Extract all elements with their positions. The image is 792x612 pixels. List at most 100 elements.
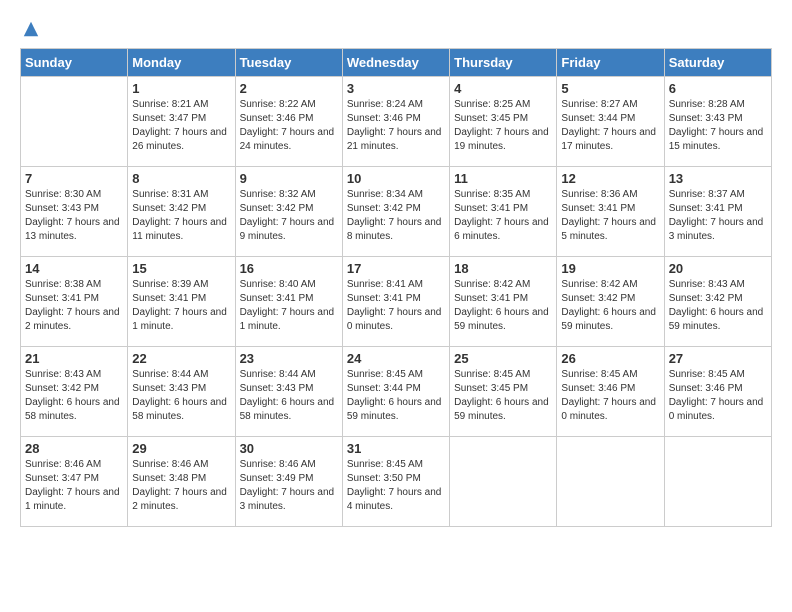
- day-info: Sunrise: 8:46 AMSunset: 3:48 PMDaylight:…: [132, 458, 230, 514]
- calendar-cell: 2 Sunrise: 8:22 AMSunset: 3:46 PMDaylight…: [235, 77, 342, 167]
- day-info: Sunrise: 8:43 AMSunset: 3:42 PMDaylight:…: [25, 368, 123, 424]
- calendar-cell: [557, 437, 664, 527]
- day-info: Sunrise: 8:43 AMSunset: 3:42 PMDaylight:…: [669, 278, 767, 334]
- calendar-cell: 3Sunrise: 8:24 AMSunset: 3:46 PMDaylight…: [342, 77, 449, 167]
- calendar-week-row: 1 Sunrise: 8:21 AMSunset: 3:47 PMDaylight…: [21, 77, 772, 167]
- logo: [20, 20, 40, 38]
- calendar-header-thursday: Thursday: [450, 49, 557, 77]
- calendar-cell: 12 Sunrise: 8:36 AMSunset: 3:41 PMDayligh…: [557, 167, 664, 257]
- calendar-cell: 29Sunrise: 8:46 AMSunset: 3:48 PMDayligh…: [128, 437, 235, 527]
- calendar-week-row: 28 Sunrise: 8:46 AMSunset: 3:47 PMDayligh…: [21, 437, 772, 527]
- calendar-header-saturday: Saturday: [664, 49, 771, 77]
- day-info: Sunrise: 8:40 AMSunset: 3:41 PMDaylight:…: [240, 278, 338, 334]
- day-number: 25: [454, 351, 552, 366]
- calendar-week-row: 14 Sunrise: 8:38 AMSunset: 3:41 PMDayligh…: [21, 257, 772, 347]
- calendar-header-monday: Monday: [128, 49, 235, 77]
- day-info: Sunrise: 8:42 AMSunset: 3:42 PMDaylight:…: [561, 278, 659, 334]
- day-number: 28: [25, 441, 123, 456]
- day-number: 3: [347, 81, 445, 96]
- day-number: 24: [347, 351, 445, 366]
- calendar-cell: [21, 77, 128, 167]
- calendar-cell: 23 Sunrise: 8:44 AMSunset: 3:43 PMDayligh…: [235, 347, 342, 437]
- calendar-cell: 27 Sunrise: 8:45 AMSunset: 3:46 PMDayligh…: [664, 347, 771, 437]
- day-number: 18: [454, 261, 552, 276]
- day-info: Sunrise: 8:45 AMSunset: 3:46 PMDaylight:…: [561, 368, 659, 424]
- day-info: Sunrise: 8:44 AMSunset: 3:43 PMDaylight:…: [132, 368, 230, 424]
- page-header: [20, 20, 772, 38]
- day-number: 31: [347, 441, 445, 456]
- day-info: Sunrise: 8:36 AMSunset: 3:41 PMDaylight:…: [561, 188, 659, 244]
- calendar-cell: 6 Sunrise: 8:28 AMSunset: 3:43 PMDaylight…: [664, 77, 771, 167]
- calendar-table: SundayMondayTuesdayWednesdayThursdayFrid…: [20, 48, 772, 527]
- day-number: 13: [669, 171, 767, 186]
- calendar-cell: 8Sunrise: 8:31 AMSunset: 3:42 PMDaylight…: [128, 167, 235, 257]
- day-number: 5: [561, 81, 659, 96]
- day-info: Sunrise: 8:25 AMSunset: 3:45 PMDaylight:…: [454, 98, 552, 154]
- day-number: 8: [132, 171, 230, 186]
- day-number: 23: [240, 351, 338, 366]
- day-number: 22: [132, 351, 230, 366]
- day-info: Sunrise: 8:21 AMSunset: 3:47 PMDaylight:…: [132, 98, 230, 154]
- day-info: Sunrise: 8:45 AMSunset: 3:46 PMDaylight:…: [669, 368, 767, 424]
- day-info: Sunrise: 8:45 AMSunset: 3:44 PMDaylight:…: [347, 368, 445, 424]
- calendar-cell: 20Sunrise: 8:43 AMSunset: 3:42 PMDayligh…: [664, 257, 771, 347]
- day-info: Sunrise: 8:30 AMSunset: 3:43 PMDaylight:…: [25, 188, 123, 244]
- calendar-week-row: 21 Sunrise: 8:43 AMSunset: 3:42 PMDayligh…: [21, 347, 772, 437]
- day-number: 19: [561, 261, 659, 276]
- day-number: 27: [669, 351, 767, 366]
- calendar-cell: 10Sunrise: 8:34 AMSunset: 3:42 PMDayligh…: [342, 167, 449, 257]
- calendar-cell: [664, 437, 771, 527]
- calendar-cell: 19 Sunrise: 8:42 AMSunset: 3:42 PMDayligh…: [557, 257, 664, 347]
- calendar-cell: 28 Sunrise: 8:46 AMSunset: 3:47 PMDayligh…: [21, 437, 128, 527]
- day-number: 14: [25, 261, 123, 276]
- calendar-cell: [450, 437, 557, 527]
- day-info: Sunrise: 8:28 AMSunset: 3:43 PMDaylight:…: [669, 98, 767, 154]
- calendar-cell: 15 Sunrise: 8:39 AMSunset: 3:41 PMDayligh…: [128, 257, 235, 347]
- day-info: Sunrise: 8:35 AMSunset: 3:41 PMDaylight:…: [454, 188, 552, 244]
- calendar-cell: 1 Sunrise: 8:21 AMSunset: 3:47 PMDaylight…: [128, 77, 235, 167]
- calendar-cell: 9Sunrise: 8:32 AMSunset: 3:42 PMDaylight…: [235, 167, 342, 257]
- calendar-cell: 26 Sunrise: 8:45 AMSunset: 3:46 PMDayligh…: [557, 347, 664, 437]
- day-number: 12: [561, 171, 659, 186]
- calendar-cell: 7Sunrise: 8:30 AMSunset: 3:43 PMDaylight…: [21, 167, 128, 257]
- calendar-cell: 18 Sunrise: 8:42 AMSunset: 3:41 PMDayligh…: [450, 257, 557, 347]
- calendar-header-tuesday: Tuesday: [235, 49, 342, 77]
- day-info: Sunrise: 8:22 AMSunset: 3:46 PMDaylight:…: [240, 98, 338, 154]
- day-info: Sunrise: 8:44 AMSunset: 3:43 PMDaylight:…: [240, 368, 338, 424]
- day-info: Sunrise: 8:39 AMSunset: 3:41 PMDaylight:…: [132, 278, 230, 334]
- day-number: 4: [454, 81, 552, 96]
- day-number: 17: [347, 261, 445, 276]
- calendar-cell: 5Sunrise: 8:27 AMSunset: 3:44 PMDaylight…: [557, 77, 664, 167]
- calendar-cell: 30Sunrise: 8:46 AMSunset: 3:49 PMDayligh…: [235, 437, 342, 527]
- calendar-cell: 17 Sunrise: 8:41 AMSunset: 3:41 PMDayligh…: [342, 257, 449, 347]
- calendar-header-row: SundayMondayTuesdayWednesdayThursdayFrid…: [21, 49, 772, 77]
- logo-icon: [22, 20, 40, 38]
- day-number: 16: [240, 261, 338, 276]
- day-info: Sunrise: 8:38 AMSunset: 3:41 PMDaylight:…: [25, 278, 123, 334]
- calendar-cell: 21 Sunrise: 8:43 AMSunset: 3:42 PMDayligh…: [21, 347, 128, 437]
- calendar-week-row: 7Sunrise: 8:30 AMSunset: 3:43 PMDaylight…: [21, 167, 772, 257]
- day-info: Sunrise: 8:32 AMSunset: 3:42 PMDaylight:…: [240, 188, 338, 244]
- calendar-cell: 13Sunrise: 8:37 AMSunset: 3:41 PMDayligh…: [664, 167, 771, 257]
- day-info: Sunrise: 8:46 AMSunset: 3:47 PMDaylight:…: [25, 458, 123, 514]
- calendar-cell: 22 Sunrise: 8:44 AMSunset: 3:43 PMDayligh…: [128, 347, 235, 437]
- day-number: 1: [132, 81, 230, 96]
- day-info: Sunrise: 8:45 AMSunset: 3:45 PMDaylight:…: [454, 368, 552, 424]
- calendar-header-wednesday: Wednesday: [342, 49, 449, 77]
- day-info: Sunrise: 8:34 AMSunset: 3:42 PMDaylight:…: [347, 188, 445, 244]
- day-number: 26: [561, 351, 659, 366]
- calendar-cell: 25 Sunrise: 8:45 AMSunset: 3:45 PMDayligh…: [450, 347, 557, 437]
- day-info: Sunrise: 8:42 AMSunset: 3:41 PMDaylight:…: [454, 278, 552, 334]
- calendar-cell: 11 Sunrise: 8:35 AMSunset: 3:41 PMDayligh…: [450, 167, 557, 257]
- day-number: 21: [25, 351, 123, 366]
- day-info: Sunrise: 8:41 AMSunset: 3:41 PMDaylight:…: [347, 278, 445, 334]
- day-info: Sunrise: 8:46 AMSunset: 3:49 PMDaylight:…: [240, 458, 338, 514]
- calendar-cell: 4 Sunrise: 8:25 AMSunset: 3:45 PMDaylight…: [450, 77, 557, 167]
- calendar-cell: 14 Sunrise: 8:38 AMSunset: 3:41 PMDayligh…: [21, 257, 128, 347]
- day-number: 15: [132, 261, 230, 276]
- calendar-cell: 24 Sunrise: 8:45 AMSunset: 3:44 PMDayligh…: [342, 347, 449, 437]
- day-number: 6: [669, 81, 767, 96]
- day-number: 11: [454, 171, 552, 186]
- day-number: 2: [240, 81, 338, 96]
- calendar-cell: 31Sunrise: 8:45 AMSunset: 3:50 PMDayligh…: [342, 437, 449, 527]
